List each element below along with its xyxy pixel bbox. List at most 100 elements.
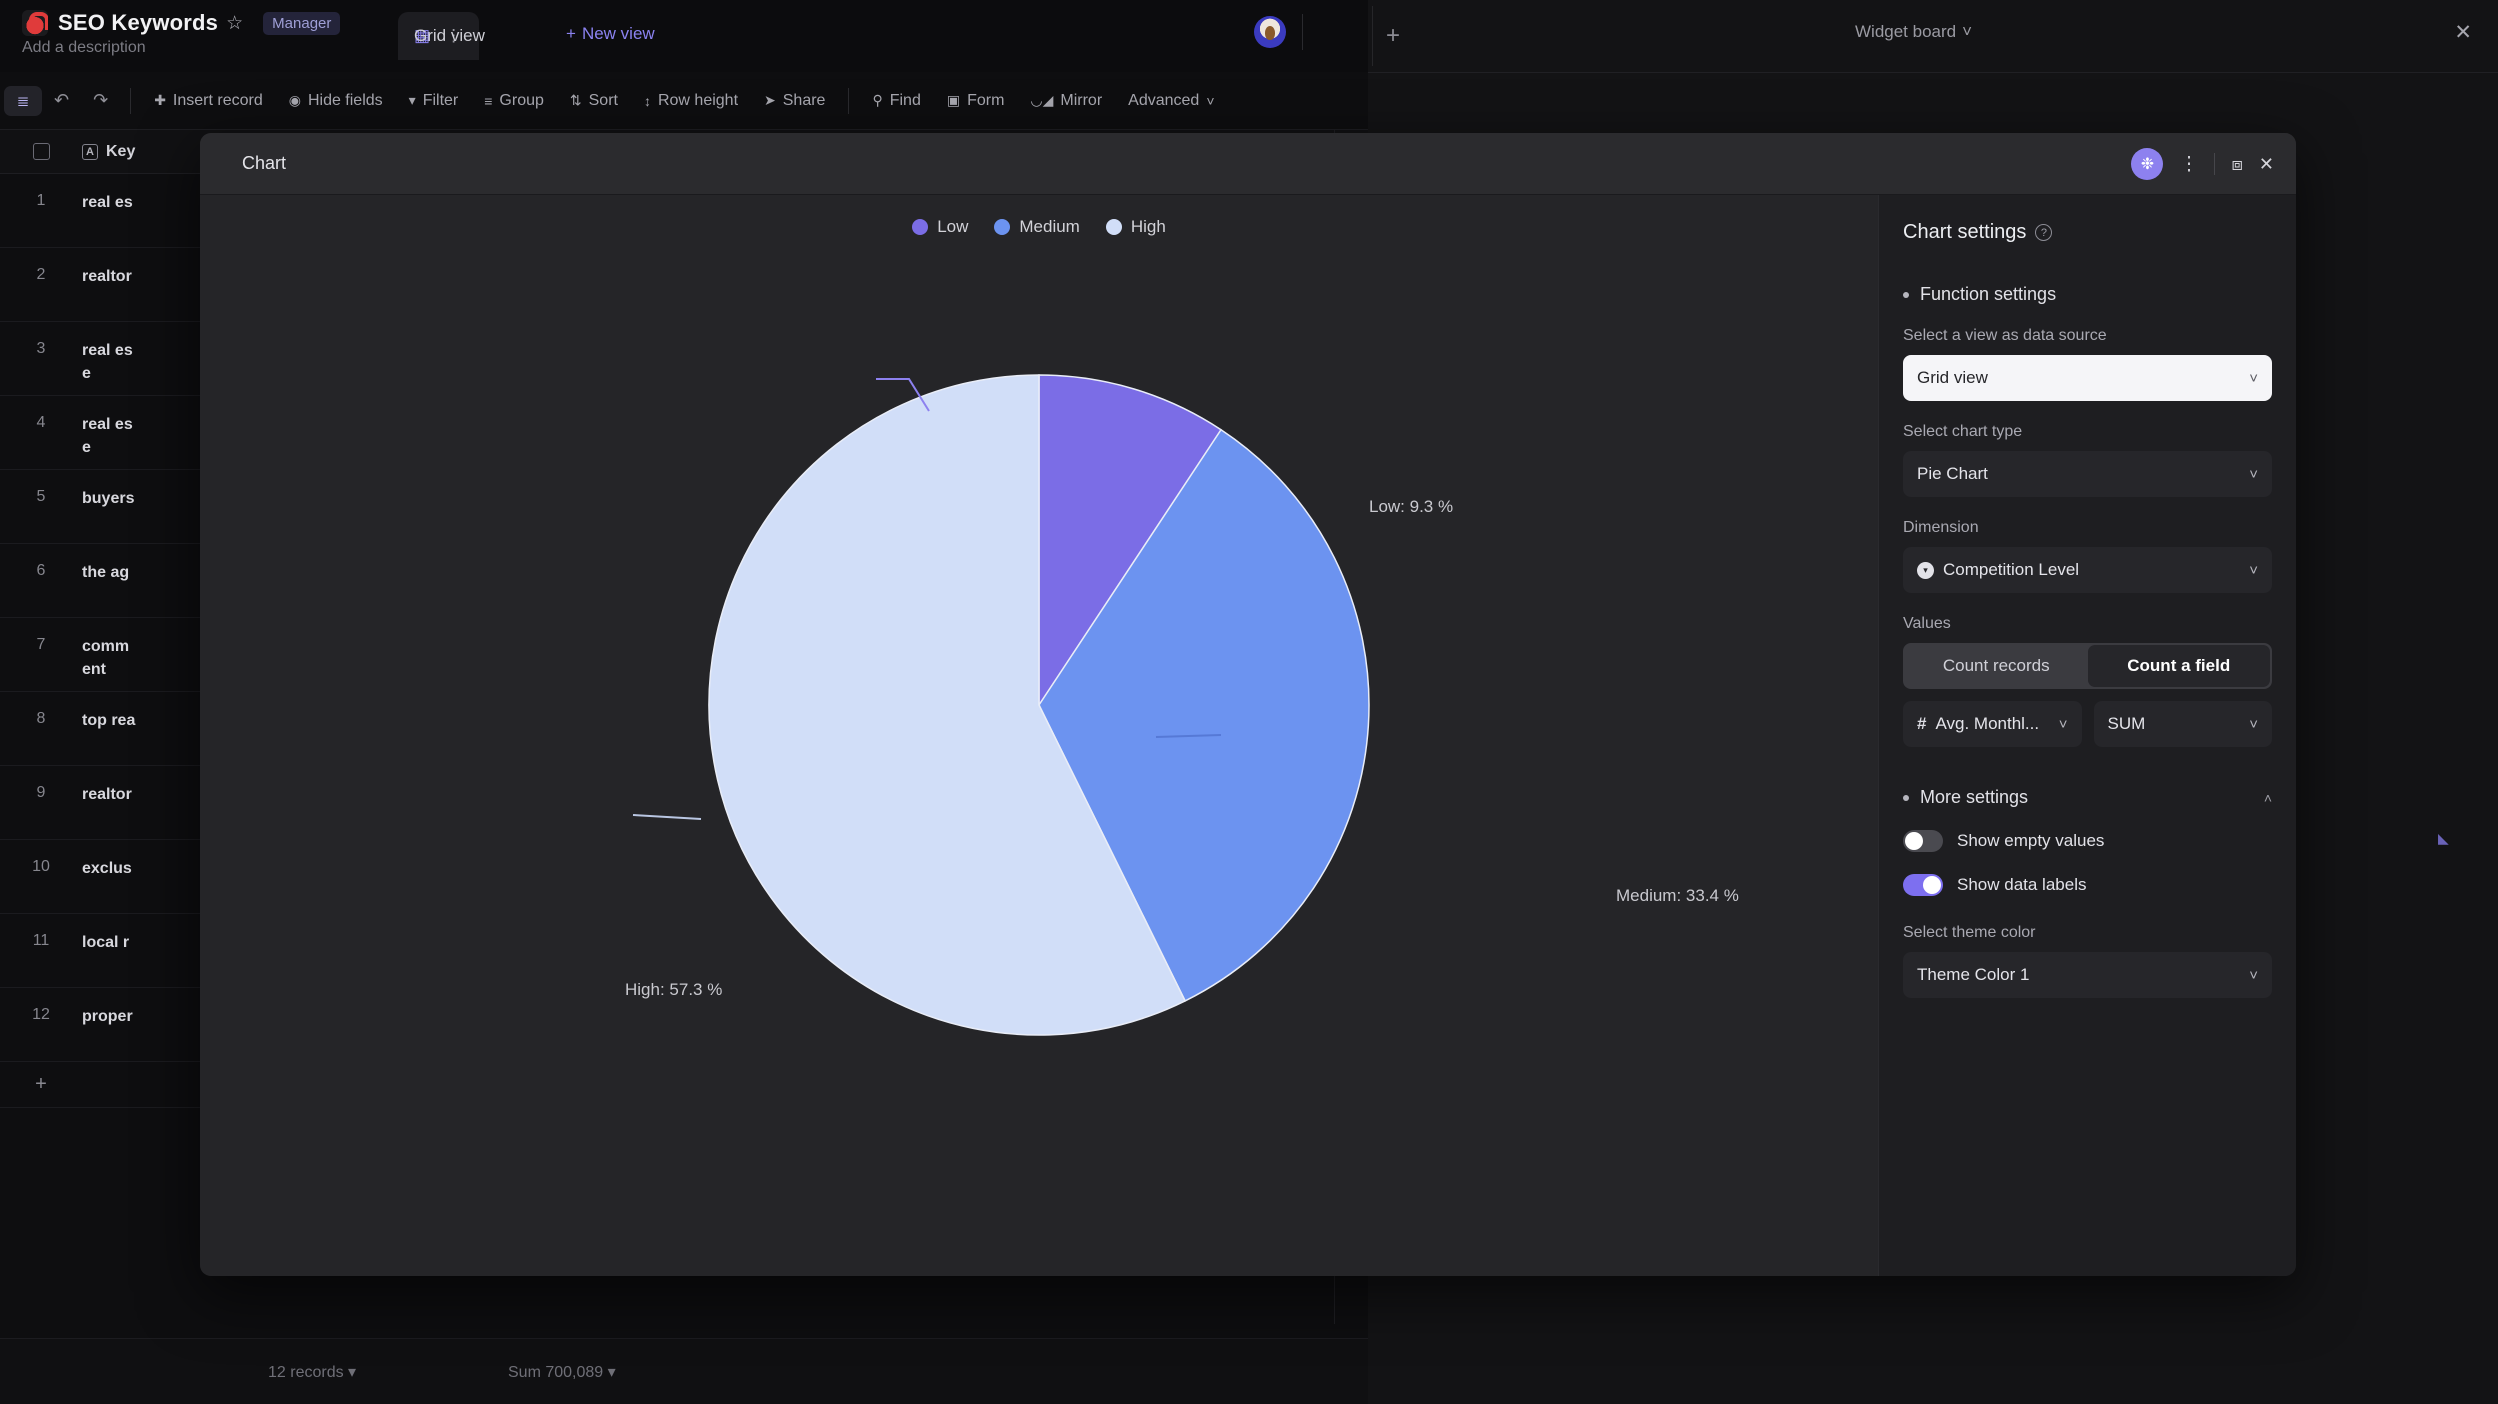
toolbar-insert-record-label: Insert record <box>172 91 263 109</box>
avatar[interactable] <box>1254 16 1286 48</box>
gear-icon[interactable]: ❉ <box>2131 148 2164 180</box>
toolbar-form[interactable]: ▣ Form <box>934 92 1018 110</box>
dimension-select[interactable]: ▾ Competition Level ˅ <box>1903 547 2272 593</box>
more-settings-section[interactable]: More settings ˄ <box>1903 787 2272 808</box>
toggle-show-data-labels[interactable]: Show data labels <box>1903 874 2272 896</box>
undo-icon[interactable]: ↶ <box>42 90 81 111</box>
toolbar: ≣ ↶ ↷ ✚ Insert record ◉ Hide fields ▾ Filte… <box>0 72 1368 130</box>
legend-item-low[interactable]: Low <box>912 217 968 237</box>
row-index: 3 <box>36 340 46 357</box>
chart-legend: Low Medium High <box>200 217 1878 237</box>
expand-icon[interactable]: ⧈ <box>2231 154 2242 175</box>
values-mode-segmented-control: Count records Count a field <box>1903 643 2272 689</box>
plus-icon[interactable]: + <box>0 1073 82 1096</box>
cell-keyword[interactable]: top rea <box>82 692 135 732</box>
toolbar-hide-fields[interactable]: ◉ Hide fields <box>276 92 396 110</box>
plus-circle-icon: ✚ <box>154 92 166 108</box>
bullet-icon <box>1903 291 1909 298</box>
data-label-low: Low: 9.3 % <box>1369 497 1454 516</box>
toolbar-row-height[interactable]: ↕ Row height <box>631 92 751 110</box>
header-divider <box>1302 14 1303 50</box>
chart-modal-header: Chart ❉ ⋮ ⧈ ✕ <box>200 133 2296 195</box>
more-vertical-icon[interactable]: ⋮ <box>2179 155 2198 174</box>
widget-board-title[interactable]: Widget board ˅ <box>1855 22 1972 42</box>
toolbar-share[interactable]: ➤ Share <box>751 92 838 110</box>
description-placeholder[interactable]: Add a description <box>22 39 146 57</box>
segment-count-a-field[interactable]: Count a field <box>2087 645 2270 687</box>
number-icon: # <box>1917 714 1927 733</box>
sort-icon: ⇅ <box>569 92 582 108</box>
data-label-medium: Medium: 33.4 % <box>1616 886 1739 905</box>
record-count[interactable]: 12 records ▾ <box>268 1362 356 1382</box>
cell-keyword[interactable]: real es e <box>82 396 133 459</box>
cell-keyword[interactable]: realtor <box>82 766 132 806</box>
chevron-down-icon: ˅ <box>2058 715 2068 733</box>
segment-count-records[interactable]: Count records <box>1905 645 2088 687</box>
dimension-label: Dimension <box>1903 519 1979 536</box>
toggle-switch[interactable] <box>1903 830 1943 852</box>
toolbar-mirror[interactable]: ◡◢ Mirror <box>1017 92 1115 110</box>
toolbar-group-label: Group <box>499 91 544 109</box>
legend-item-medium[interactable]: Medium <box>994 217 1080 237</box>
redo-icon[interactable]: ↷ <box>81 90 120 111</box>
new-view-label: New view <box>581 24 655 43</box>
theme-color-select[interactable]: Theme Color 1 ˅ <box>1903 952 2272 998</box>
cell-keyword[interactable]: realtor <box>82 248 132 288</box>
select-all-checkbox-cell[interactable] <box>0 143 82 160</box>
cell-keyword[interactable]: real es <box>82 174 133 214</box>
toolbar-sort[interactable]: ⇅ Sort <box>557 92 631 110</box>
function-settings-section[interactable]: Function settings <box>1903 284 2272 305</box>
tab-grid-view[interactable]: ▦ Grid view ⋮ <box>398 12 485 60</box>
column-header-keyword[interactable]: A Key <box>82 143 135 161</box>
toolbar-find-label: Find <box>889 91 921 109</box>
cell-keyword[interactable]: exclus <box>82 840 132 880</box>
help-circle-icon[interactable]: ? <box>2035 224 2053 241</box>
aggregation-select[interactable]: SUM ˅ <box>2093 701 2272 747</box>
column-header-keyword-label: Key <box>106 142 136 160</box>
theme-color-value: Theme Color 1 <box>1917 965 2030 984</box>
checkbox-icon[interactable] <box>32 143 50 160</box>
aggregation-value: SUM <box>2107 714 2146 733</box>
toolbar-row-height-label: Row height <box>657 91 739 109</box>
resize-handle-icon[interactable]: ◣ <box>2438 830 2449 847</box>
cell-keyword[interactable]: real es e <box>82 322 133 385</box>
toolbar-filter[interactable]: ▾ Filter <box>396 92 472 110</box>
legend-item-high[interactable]: High <box>1105 217 1166 237</box>
widget-board-close-button[interactable]: ✕ <box>2454 20 2472 45</box>
data-label-high: High: 57.3 % <box>625 980 723 999</box>
value-field-value: Avg. Monthl... <box>1935 714 2040 733</box>
row-index: 10 <box>32 858 50 875</box>
chart-modal-body: Low Medium High Low: 9.3 % Medium: 33.4 … <box>200 195 2296 1276</box>
sum-summary[interactable]: Sum 700,089 ▾ <box>508 1362 616 1382</box>
chevron-up-icon[interactable]: ˄ <box>2264 790 2272 806</box>
cell-keyword[interactable]: proper <box>82 988 133 1028</box>
pie-chart-svg[interactable] <box>681 347 1397 1063</box>
row-index: 1 <box>36 192 46 209</box>
cell-keyword[interactable]: local r <box>82 914 129 954</box>
toggle-switch[interactable] <box>1903 874 1943 896</box>
toolbar-find[interactable]: ⚲ Find <box>859 92 933 110</box>
cell-keyword[interactable]: buyers <box>82 470 134 510</box>
value-field-select[interactable]: # Avg. Monthl... ˅ <box>1903 701 2082 747</box>
toolbar-insert-record[interactable]: ✚ Insert record <box>141 92 276 110</box>
toolbar-hide-fields-label: Hide fields <box>307 91 383 109</box>
sidebar-toggle-icon[interactable]: ≣ <box>4 85 42 116</box>
status-bar: 12 records ▾ Sum 700,089 ▾ <box>0 1338 1368 1404</box>
toolbar-advanced[interactable]: Advanced ˅ <box>1115 92 1227 110</box>
values-field-row: # Avg. Monthl... ˅ SUM ˅ <box>1903 701 2272 747</box>
new-view-button[interactable]: + New view <box>566 24 655 44</box>
eye-off-icon: ◉ <box>288 92 301 108</box>
close-icon[interactable]: ✕ <box>2259 154 2274 175</box>
tab-grid-view-label: Grid view <box>414 26 485 45</box>
pie-chart: Low: 9.3 % Medium: 33.4 % High: 57.3 % <box>625 347 1739 1063</box>
actions-divider <box>2214 153 2216 175</box>
data-source-select[interactable]: Grid view ˅ <box>1903 355 2272 401</box>
dimension-value: Competition Level <box>1943 560 2080 579</box>
toggle-show-empty-values[interactable]: Show empty values <box>1903 830 2272 852</box>
star-icon[interactable]: ☆ <box>226 12 243 35</box>
cell-keyword[interactable]: the ag <box>82 544 129 584</box>
cell-keyword[interactable]: comm ent <box>82 618 129 681</box>
toolbar-group[interactable]: ≡ Group <box>471 92 557 110</box>
chart-type-select[interactable]: Pie Chart ˅ <box>1903 451 2272 497</box>
add-widget-button[interactable]: + <box>1386 22 1400 50</box>
